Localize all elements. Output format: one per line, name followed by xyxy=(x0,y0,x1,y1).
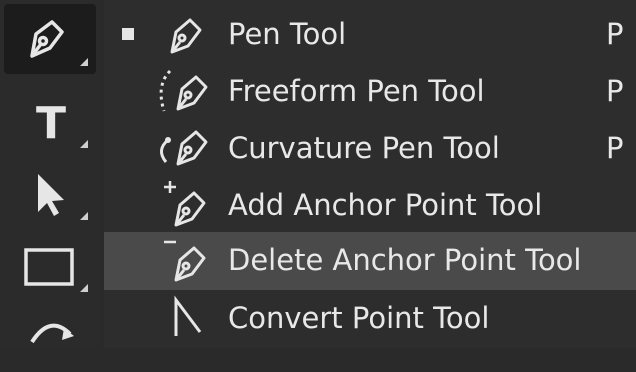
rectangle-tool-button[interactable] xyxy=(4,230,96,300)
menu-item-label: Convert Point Tool xyxy=(228,301,490,335)
menu-item-pen-tool[interactable]: Pen Tool P xyxy=(104,6,636,64)
menu-item-curvature-pen-tool[interactable]: Curvature Pen Tool P xyxy=(104,120,636,178)
rotate-view-icon xyxy=(30,323,74,344)
flyout-indicator-icon xyxy=(80,284,88,292)
type-tool-glyph: T xyxy=(36,98,66,149)
delete-anchor-point-icon xyxy=(164,240,206,282)
pen-icon xyxy=(170,18,202,54)
flyout-indicator-icon xyxy=(80,212,88,220)
menu-item-convert-point-tool[interactable]: Convert Point Tool xyxy=(104,290,636,348)
freeform-pen-icon xyxy=(159,69,208,112)
toolbar: T xyxy=(0,0,100,348)
menu-item-label: Pen Tool xyxy=(228,17,347,51)
pen-tool-button[interactable] xyxy=(4,4,96,74)
menu-item-shortcut: P xyxy=(606,17,624,51)
menu-item-label: Delete Anchor Point Tool xyxy=(228,243,582,277)
curvature-pen-icon xyxy=(160,130,208,166)
type-tool-button[interactable]: T xyxy=(4,86,96,156)
menu-item-add-anchor-point-tool[interactable]: Add Anchor Point Tool xyxy=(104,177,636,235)
menu-item-shortcut: P xyxy=(606,74,624,108)
menu-item-shortcut: P xyxy=(606,131,624,165)
path-selection-tool-button[interactable] xyxy=(4,158,96,228)
pen-tools-flyout-menu: Pen Tool P Freeform Pen Tool P Curvature… xyxy=(104,0,636,348)
menu-item-freeform-pen-tool[interactable]: Freeform Pen Tool P xyxy=(104,63,636,121)
flyout-indicator-icon xyxy=(80,140,88,148)
menu-item-label: Freeform Pen Tool xyxy=(228,74,485,108)
rotate-view-tool-button[interactable] xyxy=(4,302,96,372)
convert-point-icon xyxy=(174,295,202,336)
menu-item-label: Add Anchor Point Tool xyxy=(228,188,543,222)
add-anchor-point-icon xyxy=(164,181,206,227)
selected-indicator-icon xyxy=(122,28,134,40)
flyout-indicator-icon xyxy=(80,58,88,66)
menu-item-delete-anchor-point-tool[interactable]: Delete Anchor Point Tool xyxy=(104,232,636,290)
menu-item-label: Curvature Pen Tool xyxy=(228,131,500,165)
